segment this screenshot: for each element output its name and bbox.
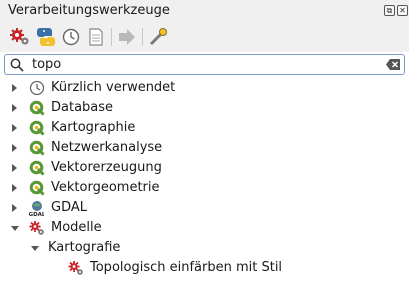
python-button[interactable]	[35, 26, 57, 48]
tree-item-label: Modelle	[51, 220, 102, 235]
tree-item-label: Kürzlich verwendet	[51, 80, 176, 95]
results-icon	[89, 28, 103, 46]
panel-title: Verarbeitungswerkzeuge	[8, 3, 170, 18]
qgis-icon	[29, 140, 45, 156]
tree-item-label: Kartografie	[48, 240, 121, 255]
tree-item-label: Vektorgeometrie	[51, 180, 160, 195]
collapse-arrow-icon[interactable]	[11, 226, 19, 231]
tree-item-label: Kartographie	[51, 120, 136, 135]
tree-item-topologisch-einfaerben[interactable]: Topologisch einfärben mit Stil	[0, 258, 409, 278]
edit-in-place-icon	[119, 29, 135, 45]
float-panel-button[interactable]: ⧉	[384, 5, 395, 16]
tree-item-label: GDAL	[51, 200, 87, 215]
search-input[interactable]	[32, 56, 372, 73]
collapse-arrow-icon[interactable]	[31, 246, 39, 251]
tree-item-recent[interactable]: Kürzlich verwendet	[0, 78, 409, 98]
search-box	[4, 54, 405, 75]
expand-arrow-icon[interactable]	[12, 104, 17, 112]
gdal-icon: GDAL	[29, 201, 44, 216]
options-icon	[149, 28, 167, 46]
results-button[interactable]	[85, 26, 107, 48]
expand-arrow-icon[interactable]	[12, 144, 17, 152]
tree-item-kartografie[interactable]: Kartografie	[0, 238, 409, 258]
tree-item-gdal[interactable]: GDAL GDAL	[0, 198, 409, 218]
modeler-button[interactable]	[9, 26, 31, 48]
toolbar-separator	[111, 28, 112, 46]
tree-item-label: Database	[51, 100, 114, 115]
edit-in-place-button[interactable]	[116, 26, 138, 48]
expand-arrow-icon[interactable]	[12, 204, 17, 212]
model-icon	[68, 261, 83, 275]
tree-item-modelle[interactable]: Modelle	[0, 218, 409, 238]
search-icon	[10, 58, 24, 72]
modeler-icon	[10, 28, 29, 45]
expand-arrow-icon[interactable]	[12, 84, 17, 92]
history-button[interactable]	[60, 26, 82, 48]
svg-text:GDAL: GDAL	[29, 212, 44, 216]
tree-item-kartographie[interactable]: Kartographie	[0, 118, 409, 138]
tree-item-database[interactable]: Database	[0, 98, 409, 118]
clear-search-icon[interactable]	[386, 59, 400, 70]
python-icon	[37, 28, 55, 46]
toolbar-separator	[142, 28, 143, 46]
history-icon	[62, 28, 80, 46]
panel-titlebar: Verarbeitungswerkzeuge ⧉ ✕	[0, 0, 409, 22]
clock-icon	[29, 80, 45, 96]
qgis-icon	[29, 120, 45, 136]
tree-item-label: Topologisch einfärben mit Stil	[90, 260, 283, 275]
qgis-icon	[29, 100, 45, 116]
expand-arrow-icon[interactable]	[12, 124, 17, 132]
tree-item-vektorerzeugung[interactable]: Vektorerzeugung	[0, 158, 409, 178]
model-icon	[29, 221, 44, 235]
options-button[interactable]	[147, 26, 169, 48]
tree-item-label: Netzwerkanalyse	[51, 140, 163, 155]
toolbar	[0, 22, 409, 52]
expand-arrow-icon[interactable]	[12, 164, 17, 172]
tree-item-netzwerkanalyse[interactable]: Netzwerkanalyse	[0, 138, 409, 158]
tree-item-vektorgeometrie[interactable]: Vektorgeometrie	[0, 178, 409, 198]
tree-item-label: Vektorerzeugung	[51, 160, 162, 175]
qgis-icon	[29, 160, 45, 176]
close-panel-button[interactable]: ✕	[397, 5, 408, 16]
qgis-icon	[29, 180, 45, 196]
expand-arrow-icon[interactable]	[12, 184, 17, 192]
